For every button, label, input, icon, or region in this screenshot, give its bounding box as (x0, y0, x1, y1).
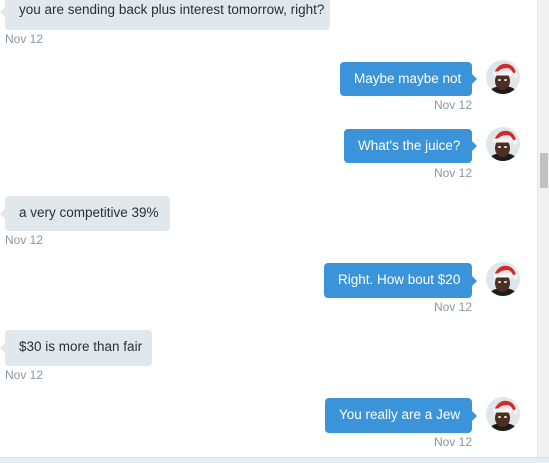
message-bubble[interactable]: You really are a Jew (325, 398, 477, 433)
message-timestamp: Nov 12 (433, 300, 472, 314)
message-bubble[interactable]: a very competitive 39% (0, 196, 170, 231)
message-bubble[interactable]: $30 is more than fair (0, 330, 152, 366)
user-avatar[interactable] (486, 127, 520, 161)
message-thread: you are sending back plus interest tomor… (0, 0, 537, 458)
message-bubble[interactable]: you are sending back plus interest tomor… (0, 0, 330, 30)
message-bubble[interactable]: Maybe maybe not (340, 62, 477, 96)
santa-hat-avatar-icon (486, 60, 520, 94)
santa-hat-avatar-icon (486, 397, 520, 431)
message-bubble[interactable]: What's the juice? (344, 129, 477, 163)
scrollbar[interactable] (537, 0, 549, 458)
user-avatar[interactable] (486, 397, 520, 431)
message-timestamp: Nov 12 (433, 166, 472, 180)
message-timestamp: Nov 12 (5, 32, 44, 46)
message-timestamp: Nov 12 (5, 233, 44, 247)
message-timestamp: Nov 12 (433, 435, 472, 449)
message-bubble[interactable]: Right. How bout $20 (324, 263, 477, 298)
user-avatar[interactable] (486, 262, 520, 296)
message-timestamp: Nov 12 (5, 368, 44, 382)
scrollbar-thumb[interactable] (540, 153, 548, 188)
user-avatar[interactable] (486, 60, 520, 94)
message-timestamp: Nov 12 (433, 98, 472, 112)
santa-hat-avatar-icon (486, 262, 520, 296)
santa-hat-avatar-icon (486, 127, 520, 161)
composer-edge (0, 457, 549, 463)
